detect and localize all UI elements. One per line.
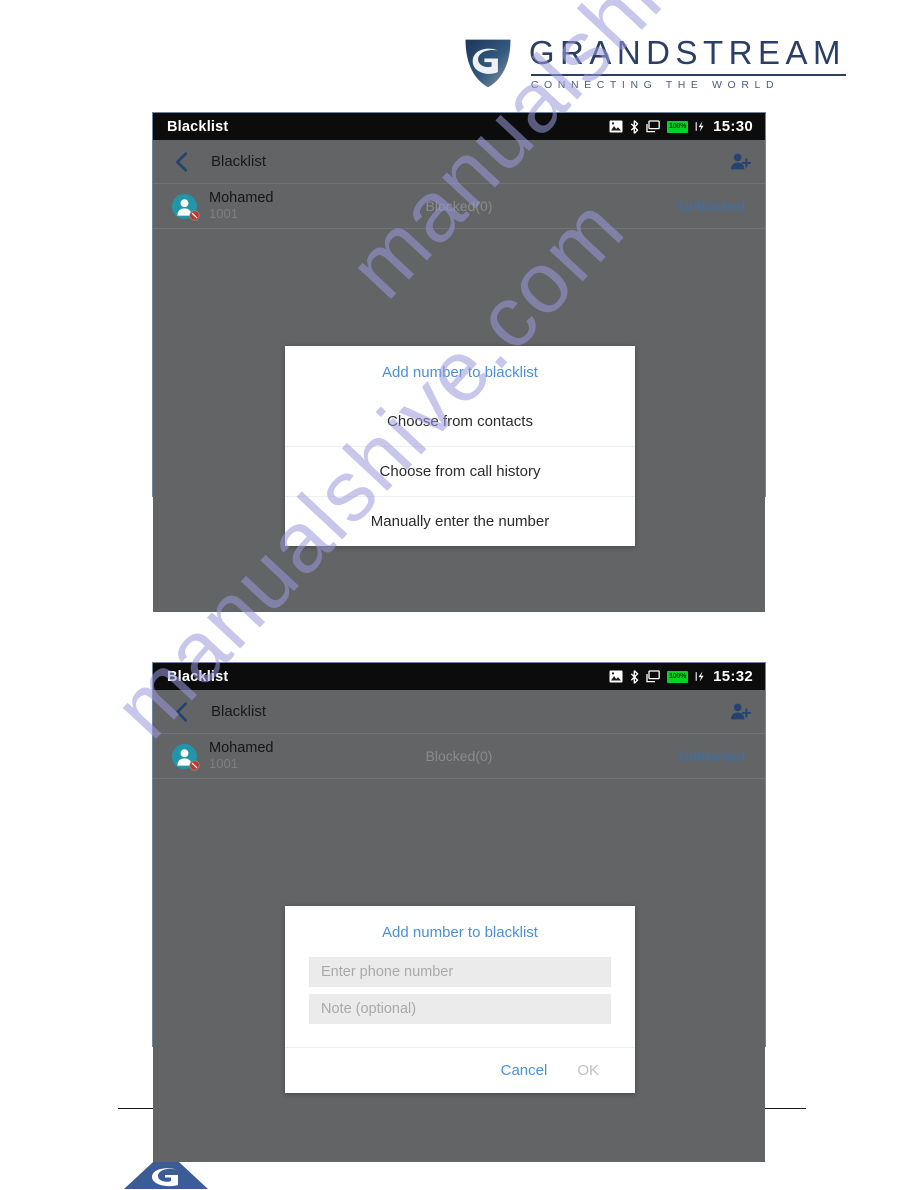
battery-icon: 100% <box>667 120 689 133</box>
blocked-badge-icon <box>189 759 200 771</box>
status-bar-icons: 100% 15:32 <box>609 668 753 685</box>
status-bar-clock: 15:32 <box>713 668 753 685</box>
device-screenshot-form: Blacklist 100% 15:32 Blacklist Mohamed 1… <box>152 662 766 1162</box>
status-badge[interactable]: Unblocked <box>679 748 745 764</box>
contact-details: Mohamed 1001 <box>209 740 273 772</box>
blocked-count: Blocked(0) <box>425 748 493 764</box>
status-bar-title: Blacklist <box>167 668 229 685</box>
brand-divider <box>530 74 846 76</box>
contact-name: Mohamed <box>209 190 274 207</box>
display-icon <box>646 670 660 683</box>
blocked-badge-icon <box>189 209 200 221</box>
ok-button[interactable]: OK <box>577 1062 599 1079</box>
chevron-left-icon[interactable] <box>171 151 193 173</box>
menu-item-choose-from-contacts[interactable]: Choose from contacts <box>285 397 635 446</box>
image-icon <box>609 670 623 683</box>
bluetooth-icon <box>630 669 639 684</box>
menu-item-choose-from-call-history[interactable]: Choose from call history <box>285 447 635 496</box>
status-bar-clock: 15:30 <box>713 118 753 135</box>
charging-bolt-icon <box>695 671 704 682</box>
grandstream-shield-icon <box>465 39 511 88</box>
status-badge[interactable]: Unblocked <box>679 198 745 214</box>
contact-details: Mohamed 1001 <box>209 190 273 222</box>
blocked-count: Blocked(0) <box>425 198 493 214</box>
chevron-left-icon[interactable] <box>171 701 193 723</box>
status-bar: Blacklist 100% 15:32 <box>153 663 765 690</box>
page-title: Blacklist <box>211 153 267 170</box>
dialog-title: Add number to blacklist <box>382 924 538 941</box>
note-input[interactable] <box>309 994 611 1024</box>
page-title: Blacklist <box>211 703 267 720</box>
charging-bolt-icon <box>695 121 704 132</box>
table-row[interactable]: Mohamed 1001 Blocked(0) Unblocked <box>153 734 765 779</box>
add-contact-icon[interactable] <box>729 701 751 723</box>
screen-content-area: Add number to blacklist Choose from cont… <box>153 229 765 612</box>
avatar <box>171 193 200 221</box>
contact-row-wrapper: Mohamed 1001 Blocked(0) Unblocked <box>153 734 765 779</box>
menu-item-manually-enter-the-number[interactable]: Manually enter the number <box>285 497 635 546</box>
bluetooth-icon <box>630 119 639 134</box>
display-icon <box>646 120 660 133</box>
add-number-form-dialog: Add number to blacklist Cancel OK <box>285 906 635 1093</box>
phone-number-input[interactable] <box>309 957 611 987</box>
table-row[interactable]: Mohamed 1001 Blocked(0) Unblocked <box>153 184 765 229</box>
status-bar-title: Blacklist <box>167 118 229 135</box>
app-navbar: Blacklist <box>153 140 765 184</box>
device-screenshot-menu: Blacklist 100% 15:30 Blacklist Mohamed 1… <box>152 112 766 612</box>
status-bar: Blacklist 100% 15:30 <box>153 113 765 140</box>
contact-row-wrapper: Mohamed 1001 Blocked(0) Unblocked <box>153 184 765 229</box>
dialog-fields <box>285 957 635 1047</box>
contact-name: Mohamed <box>209 740 274 757</box>
screen-content-area: Add number to blacklist Cancel OK <box>153 779 765 1162</box>
brand-name: GRANDSTREAM <box>528 34 846 71</box>
brand-tagline: CONNECTING THE WORLD <box>530 79 780 91</box>
brand-wordmark: GRANDSTREAM CONNECTING THE WORLD <box>529 36 846 91</box>
cancel-button[interactable]: Cancel <box>501 1062 548 1079</box>
grandstream-logo: GRANDSTREAM CONNECTING THE WORLD <box>461 36 846 91</box>
app-navbar: Blacklist <box>153 690 765 734</box>
avatar <box>171 743 200 771</box>
contact-number: 1001 <box>209 206 238 222</box>
dialog-title: Add number to blacklist <box>382 364 538 381</box>
status-bar-icons: 100% 15:30 <box>609 118 753 135</box>
battery-icon: 100% <box>667 670 689 683</box>
contact-number: 1001 <box>209 756 238 772</box>
add-contact-icon[interactable] <box>729 151 751 173</box>
image-icon <box>609 120 623 133</box>
add-number-menu-dialog: Add number to blacklist Choose from cont… <box>285 346 635 546</box>
dialog-actions: Cancel OK <box>285 1047 635 1093</box>
